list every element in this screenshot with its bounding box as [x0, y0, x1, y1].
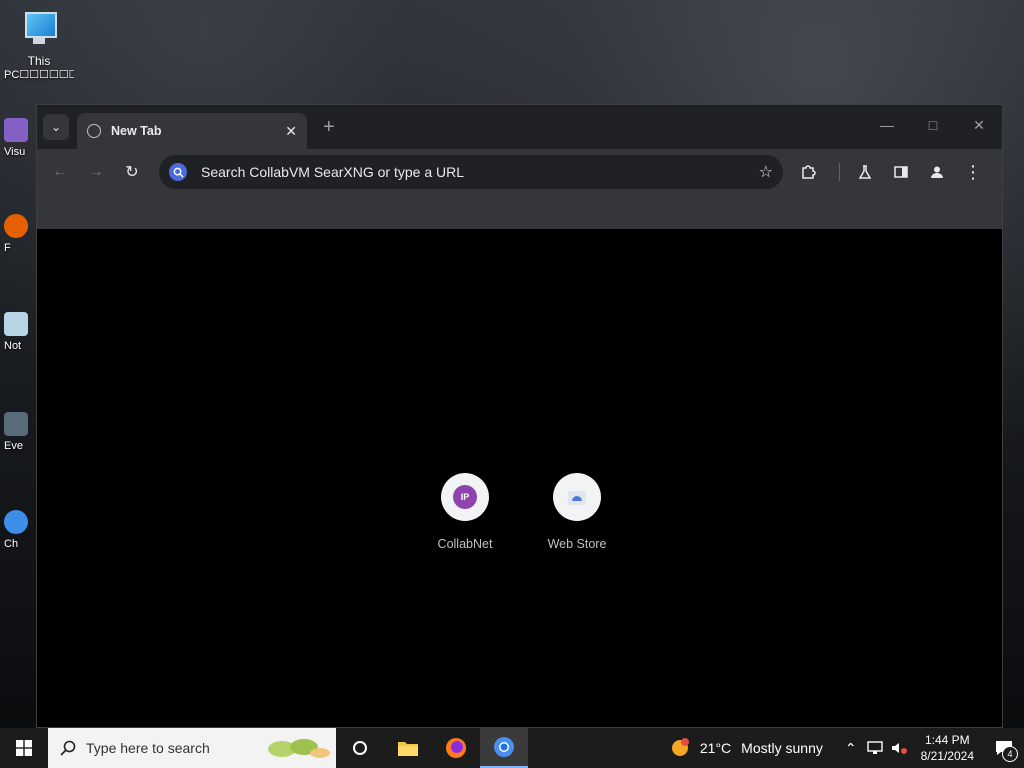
arrow-left-icon: ← — [52, 163, 68, 180]
taskbar-firefox[interactable] — [432, 728, 480, 768]
notepad-icon — [4, 312, 28, 336]
web-store-icon — [568, 491, 586, 505]
desktop-icon-notepad[interactable]: Not — [4, 312, 32, 352]
desktop-icon-label: Visu — [4, 146, 26, 158]
close-window-button[interactable]: ✕ — [956, 105, 1002, 145]
action-center-button[interactable]: 4 — [984, 728, 1024, 768]
firefox-icon — [4, 214, 28, 238]
desktop-icon-firefox[interactable]: F — [4, 214, 32, 254]
side-panel-icon — [894, 166, 908, 178]
bookmarks-bar — [37, 195, 1002, 229]
omnibox-input[interactable] — [199, 163, 759, 181]
search-icon — [60, 740, 76, 756]
labs-button[interactable] — [850, 157, 880, 187]
reload-icon: ↻ — [125, 164, 139, 181]
browser-window: ⌄ New Tab ✕ + — □ ✕ ← → ↻ ☆ — [36, 104, 1003, 728]
shortcut-label: Web Store — [547, 537, 607, 551]
flask-icon — [858, 165, 872, 179]
window-controls: — □ ✕ — [864, 105, 1002, 145]
minimize-button[interactable]: — — [864, 105, 910, 145]
chevron-up-icon[interactable]: ⌃ — [845, 740, 857, 757]
computer-icon — [19, 10, 59, 50]
extensions-button[interactable] — [793, 157, 823, 187]
bookmark-star-icon[interactable]: ☆ — [759, 162, 773, 182]
desktop-icon-label: This — [27, 54, 51, 68]
clock-time: 1:44 PM — [924, 733, 970, 747]
desktop-icon-event-viewer[interactable]: Eve — [4, 412, 32, 452]
desktop-icon-this-pc[interactable]: This PC☐☐☐☐☐☐☐☐☐☐... — [4, 10, 74, 81]
taskbar-chrome[interactable] — [480, 728, 528, 768]
globe-icon — [87, 124, 101, 138]
chrome-icon — [4, 510, 28, 534]
taskbar-search-placeholder: Type here to search — [86, 740, 210, 756]
browser-toolbar: ← → ↻ ☆ ⋮ — [37, 149, 1002, 195]
volume-muted-icon[interactable] — [891, 741, 907, 755]
windows-logo-icon — [16, 740, 32, 756]
desktop-icon-label: PC☐☐☐☐☐☐☐☐☐☐... — [4, 69, 74, 81]
clock[interactable]: 1:44 PM 8/21/2024 — [921, 732, 974, 764]
desktop-icon-label: Not — [4, 340, 22, 352]
start-button[interactable] — [0, 728, 48, 768]
tab-title: New Tab — [111, 124, 162, 138]
more-vertical-icon: ⋮ — [964, 161, 982, 182]
search-highlight-illustration-icon — [268, 739, 330, 758]
menu-button[interactable]: ⋮ — [958, 157, 988, 187]
puzzle-icon — [802, 165, 816, 179]
person-icon — [931, 166, 943, 178]
arrow-right-icon: → — [88, 163, 104, 180]
notification-badge: 4 — [1002, 746, 1018, 762]
weather-desc[interactable]: Mostly sunny — [741, 740, 823, 756]
shortcut-web-store[interactable]: Web Store — [521, 473, 633, 551]
close-icon[interactable]: ✕ — [285, 123, 297, 140]
profile-button[interactable] — [922, 157, 952, 187]
maximize-button[interactable]: □ — [910, 105, 956, 145]
forward-button[interactable]: → — [81, 157, 111, 187]
new-tab-button[interactable]: + — [323, 116, 335, 139]
firefox-icon — [446, 738, 466, 758]
desktop-icon-chrome[interactable]: Ch — [4, 510, 32, 550]
desktop-icon-visual-studio[interactable]: Visu — [4, 118, 32, 158]
desktop-icon-label: F — [4, 242, 11, 254]
desktop-icon-label: Eve — [4, 440, 23, 452]
shortcut-tile: IP — [441, 473, 489, 521]
shortcut-tile — [553, 473, 601, 521]
circle-icon — [353, 741, 367, 755]
weather-temp[interactable]: 21°C — [700, 740, 731, 756]
weather-sun-cloud-icon[interactable] — [670, 737, 692, 759]
taskbar-search-box[interactable]: Type here to search — [48, 728, 336, 768]
cortana-button[interactable] — [336, 728, 384, 768]
shortcut-favicon: IP — [453, 485, 477, 509]
reload-button[interactable]: ↻ — [117, 157, 147, 187]
shortcut-label: CollabNet — [437, 537, 493, 551]
taskbar: Type here to search 21°C Mostly sunny ⌃ … — [0, 728, 1024, 768]
folder-icon — [398, 742, 418, 756]
chevron-down-icon: ⌄ — [50, 120, 62, 134]
visual-studio-icon — [4, 118, 28, 142]
tab-search-button[interactable]: ⌄ — [43, 114, 69, 140]
shortcut-collabnet[interactable]: IP CollabNet — [409, 473, 521, 551]
omnibox[interactable]: ☆ — [159, 155, 783, 189]
tab-strip: ⌄ New Tab ✕ + — □ ✕ — [37, 105, 1002, 149]
chrome-icon — [494, 737, 514, 757]
tab-new-tab[interactable]: New Tab ✕ — [77, 113, 307, 149]
side-panel-button[interactable] — [886, 157, 916, 187]
toolbar-divider — [839, 163, 840, 181]
taskbar-file-explorer[interactable] — [384, 728, 432, 768]
new-tab-page: IP CollabNet Web Store — [37, 229, 1002, 727]
system-tray: 21°C Mostly sunny ⌃ 1:44 PM 8/21/2024 4 — [670, 728, 1024, 768]
clock-date: 8/21/2024 — [920, 749, 974, 763]
back-button[interactable]: ← — [45, 157, 75, 187]
event-viewer-icon — [4, 412, 28, 436]
search-engine-icon — [169, 163, 187, 181]
network-icon[interactable] — [866, 741, 883, 755]
desktop-icon-label: Ch — [4, 538, 19, 550]
